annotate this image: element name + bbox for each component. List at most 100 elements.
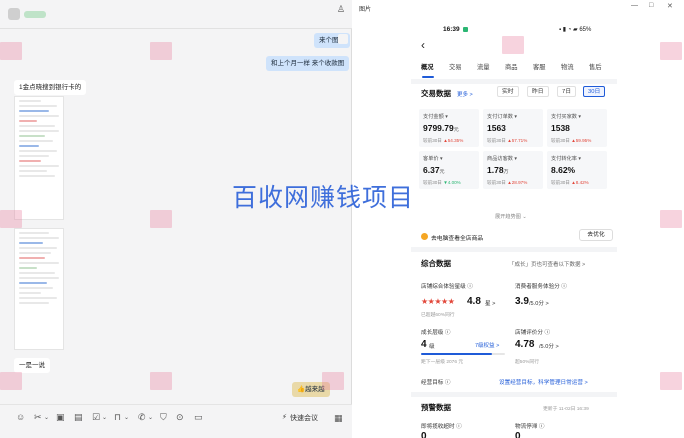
close-button[interactable]: ✕ — [667, 2, 673, 10]
status-icons: ▪ ▮ ◔ ▰ 65% — [559, 27, 592, 33]
store-rating-unit[interactable]: 星 > — [485, 299, 495, 307]
image-icon[interactable]: ▣ — [56, 412, 65, 423]
chat-message: 一是一说 — [14, 358, 50, 373]
business-goal-label: 经营目标 ⓘ — [421, 380, 451, 386]
section-gap — [411, 247, 617, 252]
store-rating-sub: 已超越60%同行 — [421, 313, 455, 318]
summary-section-title: 综合数据 — [421, 259, 451, 268]
quick-meeting-button[interactable]: 快速会议 — [290, 413, 318, 423]
history-icon[interactable]: ▦ — [334, 413, 343, 424]
contact-name-blurred — [24, 11, 46, 18]
chevron-down-icon[interactable]: ⌄ — [44, 414, 49, 421]
review-score-value: 4.78 — [515, 339, 535, 350]
growth-progress-fill — [421, 353, 492, 355]
tab-after-sales[interactable]: 售后 — [589, 62, 602, 71]
expand-trend-link[interactable]: 展开趋势图 ⌄ — [495, 213, 527, 220]
metric-card-order-count[interactable]: 支付订单数 ▾ 1563 较前30日 ▲57.71% — [483, 109, 543, 147]
range-yesterday-button[interactable]: 昨日 — [527, 86, 549, 97]
trade-section-title: 交易数据 — [421, 89, 451, 98]
metric-value: 1563 — [487, 123, 506, 133]
alert-label: 物流停滞 ⓘ — [515, 424, 545, 430]
alert-label: 即将揽收超时 ⓘ — [421, 424, 462, 430]
message-icon[interactable]: ▭ — [194, 412, 203, 423]
range-realtime-button[interactable]: 实时 — [497, 86, 519, 97]
store-rating-value: 4.8 — [467, 296, 481, 307]
folder-icon[interactable]: ⊓ — [114, 412, 121, 423]
growth-level-sub: 距下一层级 2076 元 — [421, 360, 464, 365]
trade-more-link[interactable]: 更多 > — [457, 90, 473, 98]
chat-toolbar: ☺ ✂ ⌄ ▣ ▤ ☑ ⌄ ⊓ ⌄ ✆ ⌄ ⛉ ⊙ ▭ ⚡ 快速会议 ▦ — [0, 404, 352, 438]
chevron-down-icon[interactable]: ⌄ — [148, 414, 153, 421]
contact-avatar[interactable] — [8, 8, 20, 20]
metric-compare: 较前30日 ▲57.71% — [487, 138, 528, 143]
service-score-unit[interactable]: /5.0分 > — [529, 299, 549, 307]
review-score-unit[interactable]: /5.0分 > — [539, 342, 559, 350]
divider — [0, 28, 352, 29]
chat-message: 和上个月一样 来个收款图 — [266, 56, 350, 71]
watermark-patch — [150, 210, 172, 228]
review-score-sub: 超50%同行 — [515, 360, 539, 365]
alert-value: 0 — [515, 431, 521, 438]
chevron-down-icon[interactable]: ⌄ — [124, 414, 129, 421]
rating-stars: ★★★★★ — [421, 297, 455, 306]
chat-window: ♙ 来个图图 和上个月一样 来个收款图 1金点晓搜到银行卡的 一是一说 👍越来越… — [0, 0, 352, 438]
scissors-icon[interactable]: ✂ — [34, 412, 42, 423]
phone-icon[interactable]: ✆ — [138, 412, 146, 423]
watermark-patch — [150, 42, 172, 60]
meeting-icon[interactable]: ⚡ — [282, 413, 287, 421]
tab-logistics[interactable]: 物流 — [561, 62, 574, 71]
business-goal-link[interactable]: 设置经营目标，科学管理日常运营 > — [499, 378, 588, 386]
level-benefits-link[interactable]: 7级权益 > — [475, 341, 499, 349]
image-thumbnail[interactable] — [14, 96, 64, 220]
metric-label: 支付订单数 ▾ — [487, 114, 517, 120]
metric-value: 1.78万 — [487, 165, 509, 175]
metric-card-pay-amount[interactable]: 支付金额 ▾ 9799.79元 较前30日 ▲54.35% — [419, 109, 479, 147]
metric-compare: 较前30日 ▲8.42% — [551, 180, 589, 185]
tab-service[interactable]: 客服 — [533, 62, 546, 71]
notification-dot — [463, 27, 468, 32]
tab-traffic[interactable]: 流量 — [477, 62, 490, 71]
section-gap — [411, 392, 617, 397]
alerts-update-time: 更新于 11-02日 16:39 — [543, 407, 589, 412]
watermark-patch — [660, 42, 682, 60]
chevron-down-icon[interactable]: ⌄ — [102, 414, 107, 421]
minimize-button[interactable]: — — [631, 2, 638, 9]
checkbox-icon[interactable]: ☑ — [92, 412, 100, 423]
review-score-label: 店铺评价分 ⓘ — [515, 330, 551, 336]
emoji-icon[interactable]: ☺ — [16, 412, 25, 422]
metric-value: 8.62% — [551, 165, 576, 175]
metric-label: 客单价 ▾ — [423, 156, 443, 162]
store-rating-label: 店铺综合体验星级 ⓘ — [421, 284, 473, 290]
back-arrow-icon[interactable]: ‹ — [421, 38, 425, 52]
shield-icon[interactable]: ⛉ — [160, 412, 167, 423]
active-tab-indicator — [422, 76, 434, 78]
more-icon[interactable]: ⊙ — [176, 412, 184, 423]
range-30d-button[interactable]: 30日 — [583, 86, 606, 97]
hint-text: 去电脑查看全店商品 — [431, 236, 484, 242]
metric-label: 支付转化率 ▾ — [551, 156, 581, 162]
growth-level-value: 4 — [421, 339, 427, 350]
metric-card-unit-price[interactable]: 客单价 ▾ 6.37元 较前30日 ▼4.00% — [419, 151, 479, 189]
maximize-button[interactable]: □ — [649, 2, 653, 9]
metric-card-visitors[interactable]: 商品访客数 ▾ 1.78万 较前30日 ▲28.97% — [483, 151, 543, 189]
growth-level-label: 成长层级 ⓘ — [421, 330, 451, 336]
watermark-patch — [322, 372, 344, 390]
document-icon[interactable]: ▤ — [74, 412, 83, 423]
tab-trade[interactable]: 交易 — [449, 62, 462, 71]
tab-overview[interactable]: 概况 — [421, 62, 434, 71]
metric-label: 商品访客数 ▾ — [487, 156, 517, 162]
optimize-button[interactable]: 去优化 — [579, 229, 613, 241]
metric-value: 1538 — [551, 123, 570, 133]
metric-card-buyer-count[interactable]: 支付买家数 ▾ 1538 较前30日 ▲59.95% — [547, 109, 607, 147]
metric-card-conversion[interactable]: 支付转化率 ▾ 8.62% 较前30日 ▲8.42% — [547, 151, 607, 189]
person-icon[interactable]: ♙ — [337, 4, 345, 15]
tab-goods[interactable]: 商品 — [505, 62, 518, 71]
growth-progress-bar — [421, 353, 505, 355]
metric-label: 支付金额 ▾ — [423, 114, 448, 120]
watermark-patch — [0, 210, 22, 228]
chat-message: 1金点晓搜到银行卡的 — [14, 80, 87, 95]
range-7d-button[interactable]: 7日 — [557, 86, 577, 97]
service-score-value: 3.9 — [515, 296, 529, 307]
growth-page-link[interactable]: 「成长」页也可查看以下数据 > — [509, 260, 585, 268]
image-thumbnail[interactable] — [14, 228, 64, 350]
